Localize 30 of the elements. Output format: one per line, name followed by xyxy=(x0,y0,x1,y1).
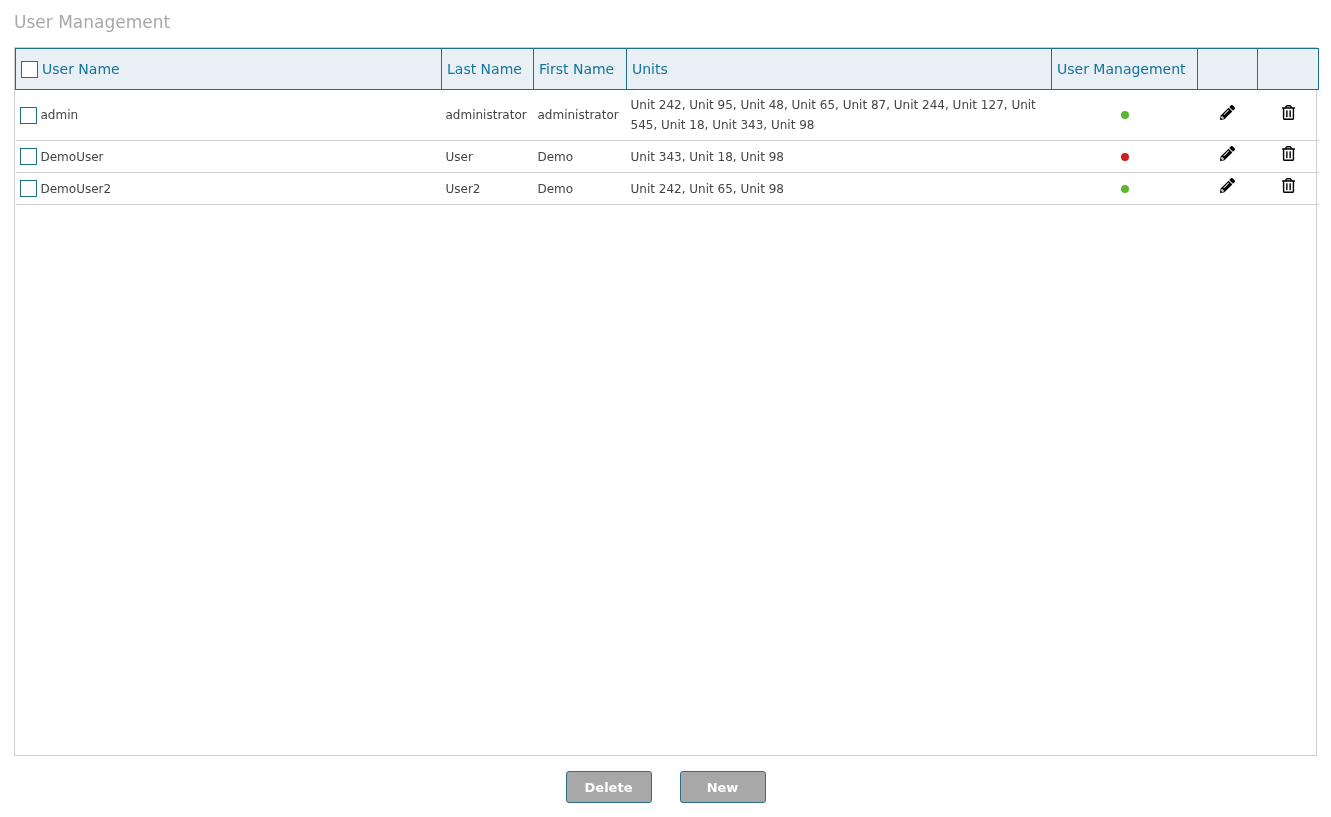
last-name-text: User2 xyxy=(445,181,481,196)
user-name-text: DemoUser2 xyxy=(40,180,112,198)
user-name-text: admin xyxy=(40,107,79,124)
edit-icon[interactable] xyxy=(1220,104,1235,120)
page-title: User Management xyxy=(14,12,172,34)
column-header[interactable]: User Management xyxy=(1051,48,1198,90)
column-header xyxy=(1257,48,1319,90)
column-header[interactable]: First Name xyxy=(533,48,627,90)
trash-icon[interactable] xyxy=(1280,104,1296,120)
column-header xyxy=(1197,48,1258,90)
units-text: Unit 242, Unit 65, Unit 98 xyxy=(630,181,784,196)
trash-icon[interactable] xyxy=(1280,178,1296,193)
first-name-text: Demo xyxy=(537,181,574,196)
row-checkbox[interactable] xyxy=(19,106,37,124)
row-checkbox[interactable] xyxy=(19,148,37,165)
edit-icon[interactable] xyxy=(1220,178,1235,193)
last-name-text: User xyxy=(445,149,473,164)
column-header[interactable]: User Name xyxy=(15,48,442,90)
edit-icon[interactable] xyxy=(1220,146,1235,161)
units-text: Unit 343, Unit 18, Unit 98 xyxy=(630,149,784,164)
first-name-text: Demo xyxy=(537,149,574,164)
select-all-checkbox[interactable] xyxy=(21,60,38,78)
column-header[interactable]: Units xyxy=(626,48,1052,90)
column-header[interactable]: Last Name xyxy=(441,48,534,90)
row-checkbox[interactable] xyxy=(19,180,37,197)
trash-icon[interactable] xyxy=(1280,146,1296,161)
first-name-text: administrator xyxy=(537,108,619,122)
user-name-text: DemoUser xyxy=(40,148,104,166)
units-text: Unit 242, Unit 95, Unit 48, Unit 65, Unit 87, Unit 244, Unit 127, Unit 545, Unit 18, Unit 343, Unit 98 xyxy=(630,98,1036,132)
last-name-text: administrator xyxy=(445,108,527,122)
